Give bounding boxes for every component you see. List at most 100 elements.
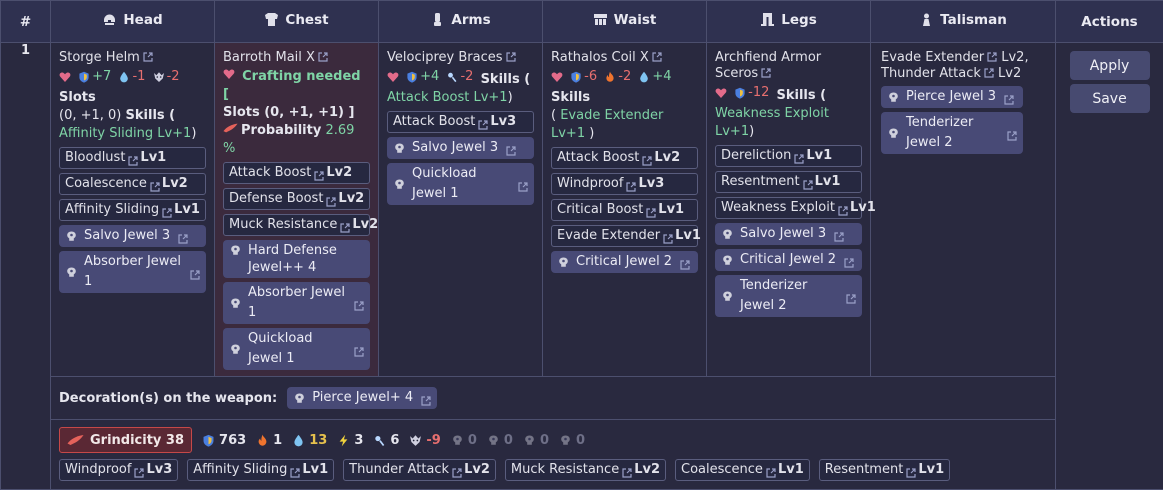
summary-skill-pill[interactable]: Thunder AttackLv2 <box>343 459 496 481</box>
head-skill-pill[interactable]: Affinity SlidingLv1 <box>59 199 206 221</box>
chest-skill-pill[interactable]: Defense BoostLv2 <box>223 188 370 210</box>
external-link-icon[interactable] <box>354 298 364 308</box>
arms-jewel[interactable]: Quickload Jewel 1 <box>387 163 534 205</box>
jewel-name: Quickload Jewel 1 <box>248 329 346 369</box>
skill-name: Dereliction <box>721 146 791 166</box>
arms-skill-pill[interactable]: Attack BoostLv3 <box>387 111 534 133</box>
legs-jewel[interactable]: Critical Jewel 2 <box>715 249 862 271</box>
head-jewel[interactable]: Absorber Jewel 1 <box>59 251 206 293</box>
external-link-icon[interactable] <box>506 143 516 153</box>
external-link-icon[interactable] <box>190 267 200 277</box>
total-dragon-value: -9 <box>426 433 440 448</box>
external-link-icon[interactable] <box>626 179 636 189</box>
weapon-tag[interactable]: Grindicity 38 <box>59 427 192 453</box>
waist-jewel[interactable]: Critical Jewel 2 <box>551 251 698 273</box>
legs-icon <box>760 12 775 27</box>
external-link-icon[interactable] <box>478 117 488 127</box>
waist-skill-pill[interactable]: WindproofLv3 <box>551 173 698 195</box>
external-link-icon[interactable] <box>318 51 328 61</box>
external-link-icon[interactable] <box>642 153 652 163</box>
apply-button[interactable]: Apply <box>1070 51 1150 80</box>
head-water-value: -1 <box>132 68 145 86</box>
external-link-icon[interactable] <box>162 205 172 215</box>
external-link-icon[interactable] <box>143 51 153 61</box>
legs-skills-close: ) <box>749 124 754 139</box>
external-link-icon[interactable] <box>314 168 324 178</box>
summary-skill-pill[interactable]: Muck ResistanceLv2 <box>505 459 666 481</box>
external-link-icon[interactable] <box>340 220 350 230</box>
head-skill-pill[interactable]: BloodlustLv1 <box>59 147 206 169</box>
external-link-icon[interactable] <box>452 465 462 475</box>
external-link-icon[interactable] <box>846 291 856 301</box>
external-link-icon[interactable] <box>987 51 997 61</box>
summary-skill-pill[interactable]: Affinity SlidingLv1 <box>187 459 334 481</box>
summary-skill-pill[interactable]: WindproofLv3 <box>59 459 178 481</box>
legs-skill-pill[interactable]: DerelictionLv1 <box>715 145 862 167</box>
waist-skill-pill[interactable]: Attack BoostLv2 <box>551 147 698 169</box>
external-link-icon[interactable] <box>803 177 813 187</box>
external-link-icon[interactable] <box>844 255 854 265</box>
external-link-icon[interactable] <box>906 465 916 475</box>
external-link-icon[interactable] <box>518 179 528 189</box>
total-water-value: 13 <box>309 433 327 448</box>
chest-skill-pill[interactable]: Attack BoostLv2 <box>223 162 370 184</box>
weapon-jewel[interactable]: Pierce Jewel+ 4 <box>287 387 437 409</box>
external-link-icon[interactable] <box>1004 92 1014 102</box>
head-skill-pill[interactable]: CoalescenceLv2 <box>59 173 206 195</box>
external-link-icon[interactable] <box>794 151 804 161</box>
skill-level: Lv1 <box>140 148 166 168</box>
external-link-icon[interactable] <box>134 465 144 475</box>
external-link-icon[interactable] <box>663 231 673 241</box>
talisman-cell: Evade Extender Lv2, Thunder Attack Lv2 P… <box>871 43 1056 377</box>
external-link-icon[interactable] <box>834 229 844 239</box>
external-link-icon[interactable] <box>646 205 656 215</box>
heart-icon <box>715 87 727 99</box>
talisman-jewel[interactable]: Pierce Jewel 3 <box>881 86 1023 108</box>
waist-skill-pill[interactable]: Critical BoostLv1 <box>551 199 698 221</box>
arms-jewel[interactable]: Salvo Jewel 3 <box>387 137 534 159</box>
external-link-icon[interactable] <box>506 51 516 61</box>
chest-skill-pill[interactable]: Muck ResistanceLv2 <box>223 214 370 236</box>
external-link-icon[interactable] <box>421 393 431 403</box>
waist-skill-pill[interactable]: Evade ExtenderLv1 <box>551 225 698 247</box>
chest-jewel[interactable]: Quickload Jewel 1 <box>223 328 370 370</box>
external-link-icon[interactable] <box>838 203 848 213</box>
legs-skill-pill[interactable]: Weakness ExploitLv1 <box>715 197 862 219</box>
external-link-icon[interactable] <box>984 67 994 77</box>
external-link-icon[interactable] <box>150 179 160 189</box>
skill-level: Lv1 <box>302 460 328 480</box>
external-link-icon[interactable] <box>622 465 632 475</box>
external-link-icon[interactable] <box>354 344 364 354</box>
jewel-icon <box>721 290 734 303</box>
arms-skills-close: ) <box>508 90 513 105</box>
shield-icon <box>734 87 746 99</box>
external-link-icon[interactable] <box>766 465 776 475</box>
actions-header-label: Actions <box>1081 14 1137 30</box>
external-link-icon[interactable] <box>1007 128 1017 138</box>
external-link-icon[interactable] <box>178 231 188 241</box>
skill-name: Muck Resistance <box>229 215 337 235</box>
chest-jewel[interactable]: Hard Defense Jewel++ 4 <box>223 240 370 278</box>
legs-skill-pill[interactable]: ResentmentLv1 <box>715 171 862 193</box>
external-link-icon[interactable] <box>326 194 336 204</box>
external-link-icon[interactable] <box>680 257 690 267</box>
weapon-decorations-row: Decoration(s) on the weapon: Pierce Jewe… <box>1 377 1163 420</box>
external-link-icon[interactable] <box>652 51 662 61</box>
external-link-icon[interactable] <box>761 67 771 77</box>
legs-jewel[interactable]: Tenderizer Jewel 2 <box>715 275 862 317</box>
jewel-icon <box>65 230 78 243</box>
save-button[interactable]: Save <box>1070 84 1150 113</box>
summary-skill-pill[interactable]: CoalescenceLv1 <box>675 459 810 481</box>
talisman-skill2-level: Lv2 <box>998 66 1021 81</box>
chest-cell: Barroth Mail X Crafting needed [ Slots (… <box>215 43 379 377</box>
external-link-icon[interactable] <box>290 465 300 475</box>
chest-jewel[interactable]: Absorber Jewel 1 <box>223 282 370 324</box>
legs-jewel[interactable]: Salvo Jewel 3 <box>715 223 862 245</box>
skill-level: Lv2 <box>338 189 364 209</box>
external-link-icon[interactable] <box>128 153 138 163</box>
talisman-jewel[interactable]: Tenderizer Jewel 2 <box>881 112 1023 154</box>
skill-level: Lv1 <box>658 200 684 220</box>
head-jewel[interactable]: Salvo Jewel 3 <box>59 225 206 247</box>
summary-skill-pill[interactable]: ResentmentLv1 <box>819 459 950 481</box>
jewel-name: Salvo Jewel 3 <box>412 138 498 158</box>
